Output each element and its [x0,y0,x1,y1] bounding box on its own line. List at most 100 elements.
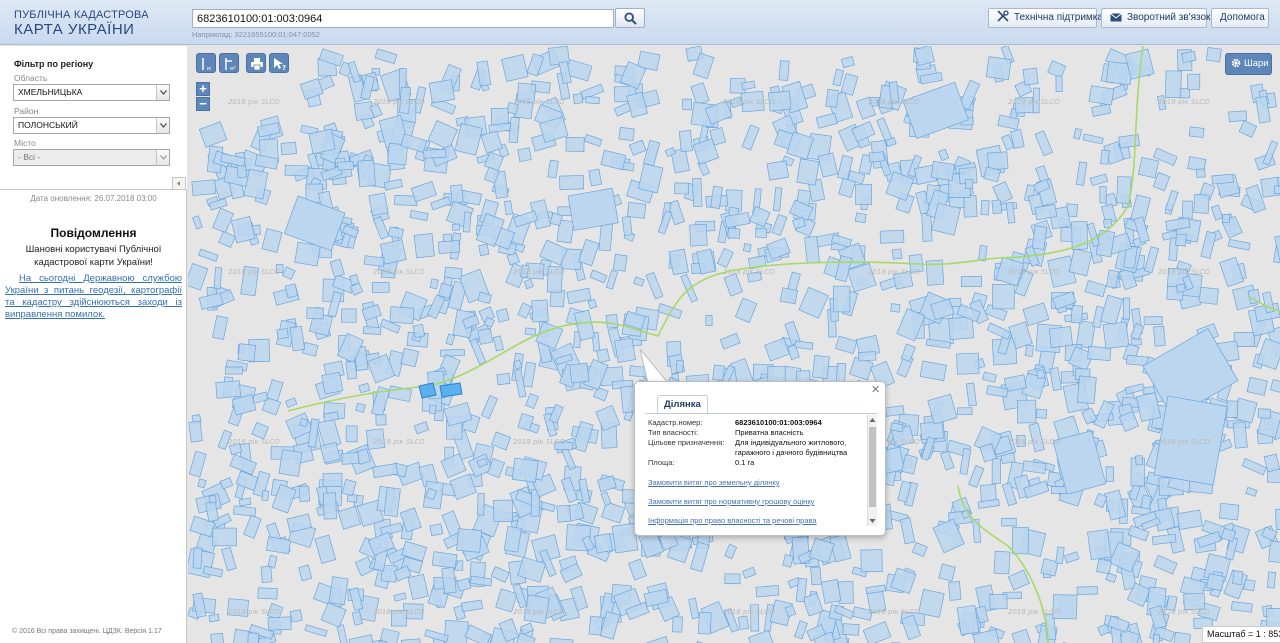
measure-area-button[interactable]: м² [219,53,239,73]
tab-parcel[interactable]: Ділянка [657,395,708,413]
land-parcel[interactable] [598,221,614,252]
land-parcel[interactable] [890,303,901,313]
land-parcel[interactable] [1040,558,1059,577]
land-parcel[interactable] [1193,194,1210,214]
land-parcel[interactable] [452,223,461,231]
land-parcel[interactable] [742,242,752,253]
land-parcel[interactable] [1024,344,1034,357]
feedback-button[interactable]: Зворотний зв'язок [1101,8,1210,28]
land-parcel[interactable] [989,593,1008,610]
land-parcel[interactable] [191,179,217,196]
land-parcel[interactable] [363,326,382,335]
land-parcel[interactable] [868,151,885,163]
land-parcel[interactable] [1143,316,1163,326]
land-parcel[interactable] [755,228,768,238]
land-parcel[interactable] [389,306,415,325]
misto-select[interactable]: - Всі - [13,149,170,166]
land-parcel[interactable] [321,371,344,395]
land-parcel[interactable] [375,414,387,426]
land-parcel[interactable] [441,567,457,594]
land-parcel[interactable] [1218,502,1240,521]
land-parcel[interactable] [440,348,465,357]
help-button[interactable]: Допомога [1211,8,1269,28]
land-parcel[interactable] [413,233,435,259]
land-parcel[interactable] [549,212,563,227]
land-parcel[interactable] [423,148,447,159]
land-parcel[interactable] [692,177,703,208]
land-parcel[interactable] [208,494,217,504]
land-parcel[interactable] [1275,508,1280,531]
land-parcel[interactable] [298,485,311,502]
land-parcel[interactable] [1175,283,1186,293]
land-parcel[interactable] [337,160,354,171]
land-parcel[interactable] [1151,634,1160,643]
land-parcel[interactable] [368,192,389,217]
land-parcel[interactable] [588,615,603,636]
land-parcel[interactable] [565,137,585,152]
land-parcel[interactable] [991,458,1001,484]
scrollbar-thumb[interactable] [869,427,876,507]
land-parcel[interactable] [1070,305,1084,324]
land-parcel[interactable] [957,407,973,416]
land-parcel[interactable] [456,528,483,553]
land-parcel[interactable] [322,492,337,520]
land-parcel[interactable] [712,364,726,382]
land-parcel[interactable] [341,308,357,323]
land-parcel[interactable] [280,141,297,156]
land-parcel[interactable] [496,372,511,386]
land-parcel[interactable] [820,579,842,604]
land-parcel[interactable] [1228,110,1248,122]
land-parcel[interactable] [429,523,444,537]
cadastral-search-input[interactable] [192,9,614,28]
land-parcel[interactable] [192,547,203,569]
land-parcel[interactable] [842,623,860,636]
scroll-up-icon[interactable] [868,416,877,424]
land-parcel[interactable] [920,421,944,441]
land-parcel[interactable] [1232,421,1248,449]
land-parcel[interactable] [212,527,237,547]
land-parcel[interactable] [213,267,222,290]
land-parcel[interactable] [1153,325,1166,347]
land-parcel[interactable] [1266,571,1277,589]
land-parcel[interactable] [276,328,289,340]
land-parcel[interactable] [1226,400,1239,419]
land-parcel[interactable] [501,54,529,83]
land-parcel[interactable] [1205,47,1222,63]
land-parcel[interactable] [612,253,628,272]
land-parcel[interactable] [431,551,458,569]
land-parcel[interactable] [985,56,1012,81]
land-parcel[interactable] [278,449,303,477]
land-parcel[interactable] [379,239,407,265]
land-parcel[interactable] [1105,466,1115,482]
land-parcel[interactable] [490,107,509,126]
land-parcel[interactable] [556,504,572,523]
land-parcel[interactable] [585,96,600,105]
land-parcel[interactable] [215,380,241,399]
notice-link[interactable]: На сьогодні Державною службою України з … [5,273,182,321]
land-parcel[interactable] [921,212,933,242]
land-parcel[interactable] [930,160,956,182]
print-button[interactable] [246,53,266,73]
land-parcel[interactable] [980,199,990,216]
land-parcel[interactable] [588,168,603,187]
land-parcel[interactable] [992,284,1015,310]
land-parcel[interactable] [1222,214,1230,223]
land-parcel[interactable] [626,202,647,219]
land-parcel[interactable] [678,129,693,153]
land-parcel[interactable] [1022,67,1039,86]
land-parcel[interactable] [1135,455,1143,466]
land-parcel[interactable] [322,472,343,487]
tech-support-button[interactable]: Технічна підтримка [988,8,1103,28]
land-parcel[interactable] [429,278,439,290]
land-parcel[interactable] [879,229,905,244]
land-parcel[interactable] [306,307,324,320]
land-parcel[interactable] [345,425,358,443]
land-parcel[interactable] [962,195,978,218]
land-parcel[interactable] [855,184,873,206]
land-parcel[interactable] [705,315,713,327]
layers-button[interactable]: Шари [1225,53,1272,75]
land-parcel[interactable] [517,147,532,163]
land-parcel[interactable] [289,609,303,623]
land-parcel[interactable] [755,585,780,598]
land-parcel[interactable] [400,347,420,368]
